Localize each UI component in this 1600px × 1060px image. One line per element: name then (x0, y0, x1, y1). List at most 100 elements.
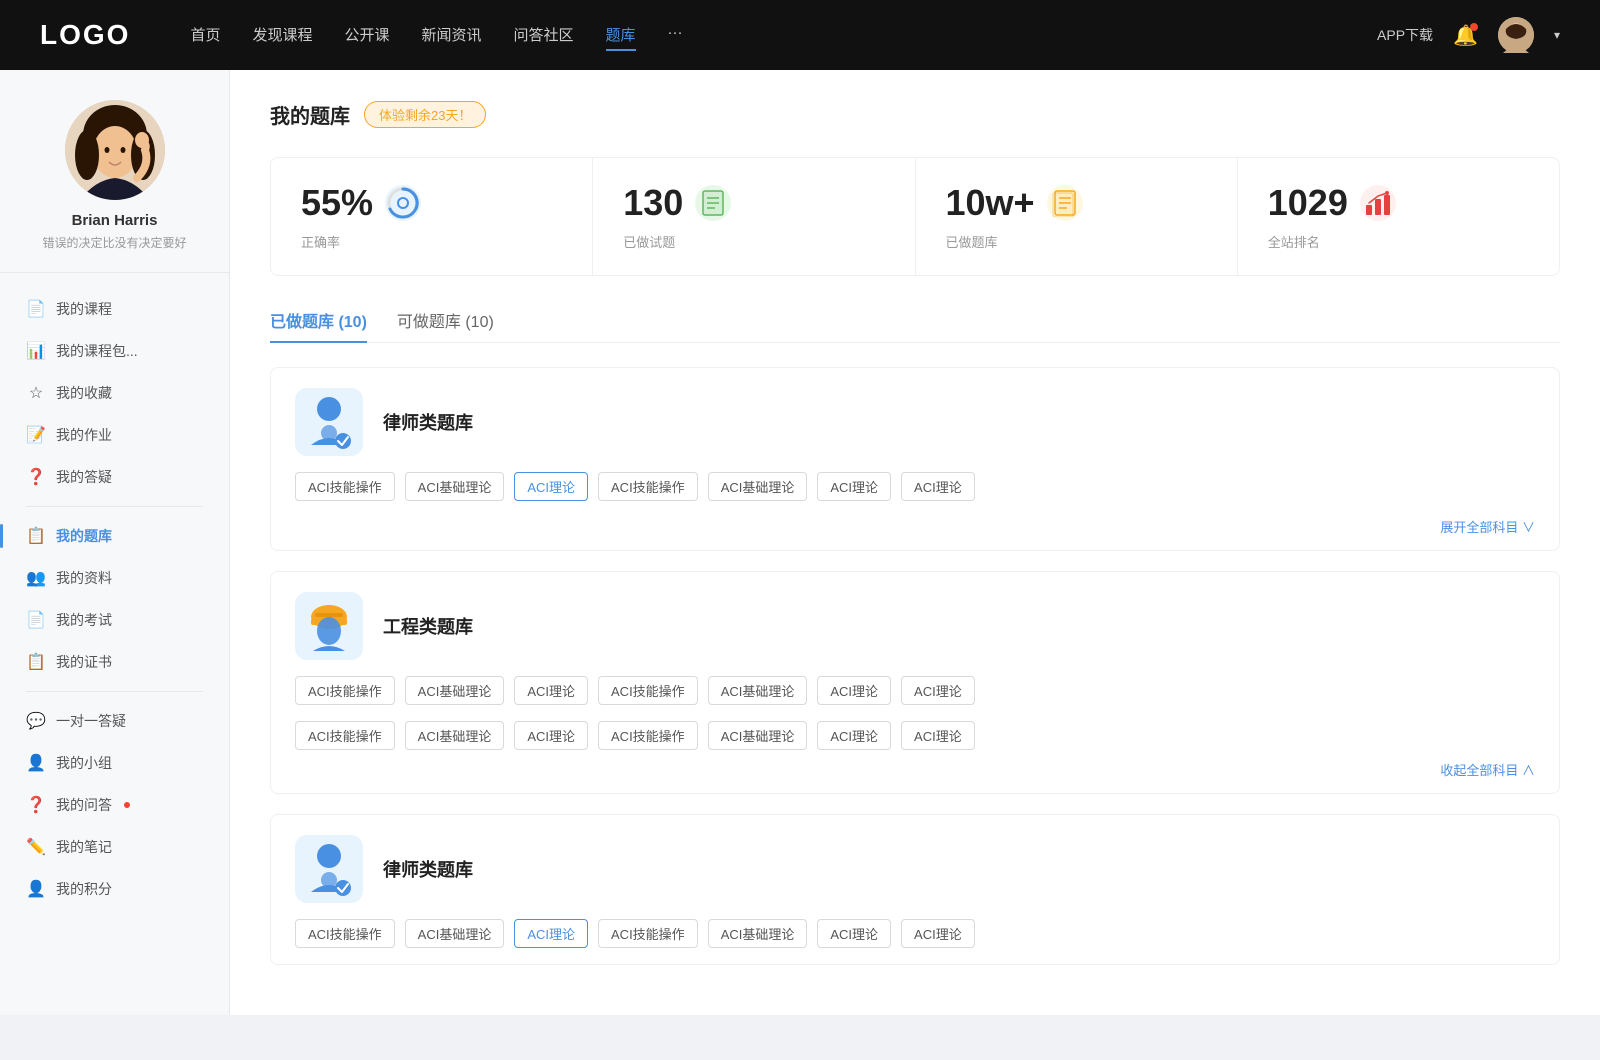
sidebar-item-label: 一对一答疑 (56, 711, 126, 731)
cert-icon: 📋 (26, 652, 46, 672)
bank-tags-engineer-1: ACI技能操作 ACI基础理论 ACI理论 ACI技能操作 ACI基础理论 AC… (271, 676, 1559, 721)
bank-tag[interactable]: ACI技能操作 (598, 919, 698, 948)
sidebar-item-exam[interactable]: 📄 我的考试 (10, 599, 219, 641)
nav-item-home[interactable]: 首页 (190, 20, 220, 51)
bank-tag[interactable]: ACI基础理论 (708, 721, 808, 750)
sidebar-item-qa-answer[interactable]: ❓ 我的答疑 (10, 456, 219, 498)
content-header: 我的题库 体验剩余23天！ (270, 100, 1560, 129)
sidebar-item-label: 我的收藏 (56, 383, 112, 403)
bank-tag[interactable]: ACI理论 (901, 676, 975, 705)
nav-bell-dot (1470, 23, 1478, 31)
sidebar: Brian Harris 错误的决定比没有决定要好 📄 我的课程 📊 我的课程包… (0, 70, 230, 1015)
nav-avatar[interactable] (1498, 17, 1534, 53)
bank-tag[interactable]: ACI理论 (514, 676, 588, 705)
stat-done-banks: 10w+ 已做题库 (916, 158, 1238, 275)
done-questions-icon (695, 185, 731, 221)
bank-tag[interactable]: ACI基础理论 (708, 472, 808, 501)
bank-tag[interactable]: ACI基础理论 (405, 919, 505, 948)
bank-icon-lawyer-2 (295, 835, 363, 903)
sidebar-user-name: Brian Harris (20, 212, 209, 229)
bank-tag[interactable]: ACI技能操作 (295, 919, 395, 948)
bank-tag[interactable]: ACI技能操作 (295, 721, 395, 750)
bank-tag[interactable]: ACI理论 (514, 721, 588, 750)
sidebar-item-label: 我的答疑 (56, 467, 112, 487)
bank-tag-active[interactable]: ACI理论 (514, 919, 588, 948)
accuracy-icon (385, 185, 421, 221)
nav-item-open[interactable]: 公开课 (344, 20, 389, 51)
page-title: 我的题库 (270, 100, 350, 129)
sidebar-avatar (65, 100, 165, 200)
quiz-bank-icon: 📋 (26, 526, 46, 546)
tab-done-banks[interactable]: 已做题库 (10) (270, 308, 367, 342)
bank-tag[interactable]: ACI理论 (817, 676, 891, 705)
bank-expand-engineer[interactable]: 收起全部科目 ∧ (271, 760, 1559, 793)
bank-tag-active[interactable]: ACI理论 (514, 472, 588, 501)
bank-tag[interactable]: ACI技能操作 (598, 721, 698, 750)
sidebar-item-label: 我的小组 (56, 753, 112, 773)
sidebar-item-notes[interactable]: ✏️ 我的笔记 (10, 826, 219, 868)
courses-icon: 📄 (26, 299, 46, 319)
bank-card-lawyer-2: 律师类题库 ACI技能操作 ACI基础理论 ACI理论 ACI技能操作 ACI基… (270, 814, 1560, 965)
stat-top-done: 130 (623, 182, 884, 224)
qa-icon: ❓ (26, 467, 46, 487)
nav-bell-icon[interactable]: 🔔 (1453, 23, 1478, 48)
sidebar-item-course-pkg[interactable]: 📊 我的课程包... (10, 330, 219, 372)
sidebar-item-courses[interactable]: 📄 我的课程 (10, 288, 219, 330)
bank-card-header-1: 律师类题库 (271, 368, 1559, 472)
bank-tag[interactable]: ACI基础理论 (405, 472, 505, 501)
sidebar-item-label: 我的考试 (56, 610, 112, 630)
sidebar-user-quote: 错误的决定比没有决定要好 (20, 235, 209, 252)
bank-card-engineer: 工程类题库 ACI技能操作 ACI基础理论 ACI理论 ACI技能操作 ACI基… (270, 571, 1560, 794)
bank-tag[interactable]: ACI理论 (901, 919, 975, 948)
sidebar-item-groups[interactable]: 👤 我的小组 (10, 742, 219, 784)
bank-tag[interactable]: ACI理论 (901, 472, 975, 501)
bank-tag[interactable]: ACI基础理论 (708, 676, 808, 705)
navbar: LOGO 首页 发现课程 公开课 新闻资讯 问答社区 题库 ··· APP下载 … (0, 0, 1600, 70)
done-banks-icon (1047, 185, 1083, 221)
nav-app-download[interactable]: APP下载 (1377, 25, 1433, 45)
bank-title-engineer: 工程类题库 (383, 613, 473, 639)
bank-tag[interactable]: ACI理论 (901, 721, 975, 750)
bank-tag[interactable]: ACI基础理论 (405, 676, 505, 705)
sidebar-item-quiz-bank[interactable]: 📋 我的题库 (10, 515, 219, 557)
stat-label-done-banks: 已做题库 (946, 232, 1207, 251)
stat-top-accuracy: 55% (301, 182, 562, 224)
bank-tag[interactable]: ACI基础理论 (405, 721, 505, 750)
sidebar-item-label: 我的题库 (56, 526, 112, 546)
bank-tag[interactable]: ACI技能操作 (295, 472, 395, 501)
sidebar-item-favorites[interactable]: ☆ 我的收藏 (10, 372, 219, 414)
nav-item-quiz[interactable]: 题库 (606, 20, 636, 51)
sidebar-item-questions[interactable]: ❓ 我的问答 (10, 784, 219, 826)
sidebar-divider-1 (26, 506, 203, 507)
bank-tag[interactable]: ACI理论 (817, 721, 891, 750)
bank-card-lawyer-1: 律师类题库 ACI技能操作 ACI基础理论 ACI理论 ACI技能操作 ACI基… (270, 367, 1560, 551)
bank-tag[interactable]: ACI技能操作 (598, 676, 698, 705)
bank-tags-lawyer-2: ACI技能操作 ACI基础理论 ACI理论 ACI技能操作 ACI基础理论 AC… (271, 919, 1559, 964)
sidebar-item-materials[interactable]: 👥 我的资料 (10, 557, 219, 599)
bank-tag[interactable]: ACI基础理论 (708, 919, 808, 948)
stats-row: 55% 正确率 130 (270, 157, 1560, 276)
stat-value-done: 130 (623, 182, 683, 224)
nav-items: 首页 发现课程 公开课 新闻资讯 问答社区 题库 ··· (190, 20, 1377, 51)
nav-item-news[interactable]: 新闻资讯 (422, 20, 482, 51)
bank-tag[interactable]: ACI技能操作 (598, 472, 698, 501)
sidebar-item-points[interactable]: 👤 我的积分 (10, 868, 219, 910)
groups-icon: 👤 (26, 753, 46, 773)
course-pkg-icon: 📊 (26, 341, 46, 361)
sidebar-item-cert[interactable]: 📋 我的证书 (10, 641, 219, 683)
sidebar-item-label: 我的笔记 (56, 837, 112, 857)
points-icon: 👤 (26, 879, 46, 899)
bank-card-header-2: 工程类题库 (271, 572, 1559, 676)
nav-item-more[interactable]: ··· (668, 20, 683, 51)
bank-tag[interactable]: ACI理论 (817, 472, 891, 501)
nav-item-courses[interactable]: 发现课程 (252, 20, 312, 51)
tab-available-banks[interactable]: 可做题库 (10) (397, 308, 494, 342)
sidebar-item-homework[interactable]: 📝 我的作业 (10, 414, 219, 456)
bank-tag[interactable]: ACI理论 (817, 919, 891, 948)
materials-icon: 👥 (26, 568, 46, 588)
sidebar-item-tutoring[interactable]: 💬 一对一答疑 (10, 700, 219, 742)
bank-tag[interactable]: ACI技能操作 (295, 676, 395, 705)
nav-chevron-icon[interactable]: ▾ (1554, 28, 1560, 42)
nav-item-qa[interactable]: 问答社区 (514, 20, 574, 51)
bank-expand-lawyer-1[interactable]: 展开全部科目 ∨ (271, 517, 1559, 550)
